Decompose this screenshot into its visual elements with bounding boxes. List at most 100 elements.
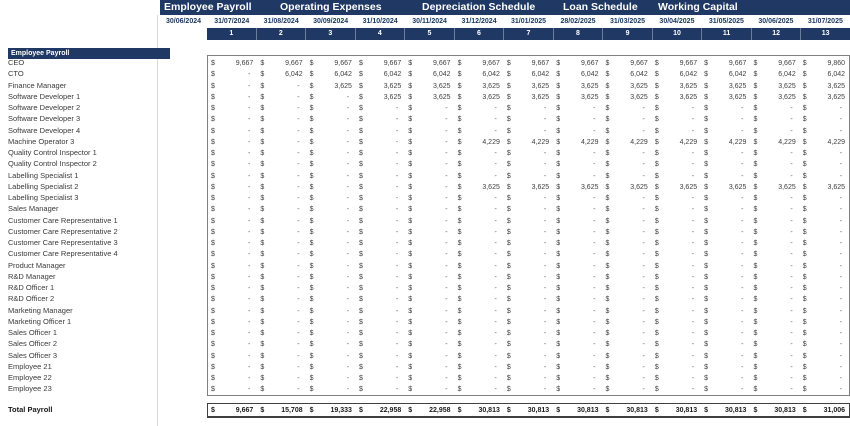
payroll-cell[interactable]: $ - [800,204,849,215]
payroll-cell[interactable]: $ - [701,283,750,294]
period-number-cell[interactable]: 10 [653,28,703,40]
payroll-cell[interactable]: $4,229 [701,137,750,148]
payroll-cell[interactable]: $3,625 [750,92,799,103]
period-number-cell[interactable]: 4 [356,28,406,40]
row-label-customer-care-representative-3[interactable]: Customer Care Representative 3 [8,237,158,248]
payroll-cell[interactable]: $ - [356,204,405,215]
payroll-cell[interactable]: $ - [307,362,356,373]
payroll-cell[interactable]: $ - [307,306,356,317]
period-number-cell[interactable]: 13 [801,28,850,40]
payroll-cell[interactable]: $ - [208,114,257,125]
payroll-cell[interactable]: $ - [603,114,652,125]
payroll-cell[interactable]: $ - [208,92,257,103]
payroll-cell[interactable]: $ - [652,261,701,272]
payroll-cell[interactable]: $ - [652,204,701,215]
payroll-cell[interactable]: $9,667 [257,58,306,69]
payroll-cell[interactable]: $ - [750,103,799,114]
payroll-cell[interactable]: $ - [504,328,553,339]
payroll-cell[interactable]: $ - [652,328,701,339]
tab-employee-payroll[interactable]: Employee Payroll [164,0,252,15]
payroll-cell[interactable]: $ - [455,317,504,328]
payroll-cell[interactable]: $ - [405,182,454,193]
payroll-cell[interactable]: $ - [405,339,454,350]
payroll-cell[interactable]: $ - [257,182,306,193]
payroll-cell[interactable]: $ - [800,159,849,170]
payroll-cell[interactable]: $3,625 [455,182,504,193]
payroll-cell[interactable]: $9,667 [603,58,652,69]
payroll-cell[interactable]: $ - [405,193,454,204]
payroll-cell[interactable]: $ - [405,373,454,384]
payroll-cell[interactable]: $ - [455,272,504,283]
payroll-cell[interactable]: $6,042 [701,69,750,80]
payroll-cell[interactable]: $ - [603,193,652,204]
payroll-cell[interactable]: $ - [504,306,553,317]
payroll-cell[interactable]: $ - [701,249,750,260]
row-label-software-developer-3[interactable]: Software Developer 3 [8,113,158,124]
payroll-cell[interactable]: $ - [257,317,306,328]
payroll-cell[interactable]: $ - [208,328,257,339]
payroll-cell[interactable]: $ - [750,114,799,125]
payroll-cell[interactable]: $ - [405,272,454,283]
payroll-cell[interactable]: $4,229 [455,137,504,148]
payroll-cell[interactable]: $ - [405,159,454,170]
payroll-cell[interactable]: $ - [652,306,701,317]
payroll-cell[interactable]: $ - [208,283,257,294]
payroll-cell[interactable]: $ - [455,294,504,305]
row-label-sales-officer-1[interactable]: Sales Officer 1 [8,327,158,338]
payroll-cell[interactable]: $4,229 [800,137,849,148]
payroll-cell[interactable]: $ - [603,351,652,362]
payroll-cell[interactable]: $ - [800,339,849,350]
payroll-cell[interactable]: $ - [208,193,257,204]
payroll-cell[interactable]: $9,667 [553,58,602,69]
payroll-cell[interactable]: $3,625 [553,92,602,103]
payroll-cell[interactable]: $ - [553,362,602,373]
payroll-cell[interactable]: $ - [800,249,849,260]
payroll-cell[interactable]: $ - [603,227,652,238]
date-cell[interactable]: 31/07/2024 [207,15,256,28]
payroll-cell[interactable]: $ - [307,159,356,170]
payroll-cell[interactable]: $ - [603,283,652,294]
date-cell[interactable]: 30/06/2025 [751,15,800,28]
payroll-cell[interactable]: $6,042 [553,69,602,80]
payroll-cell[interactable]: $ - [750,328,799,339]
payroll-cell[interactable]: $ - [504,373,553,384]
payroll-cell[interactable]: $ - [356,306,405,317]
payroll-cell[interactable]: $3,625 [455,92,504,103]
payroll-cell[interactable]: $ - [208,351,257,362]
payroll-cell[interactable]: $ - [750,339,799,350]
payroll-cell[interactable]: $ - [208,126,257,137]
payroll-cell[interactable]: $ - [504,362,553,373]
payroll-cell[interactable]: $ - [652,114,701,125]
payroll-cell[interactable]: $ - [603,272,652,283]
payroll-cell[interactable]: $ - [504,159,553,170]
date-cell[interactable]: 30/09/2024 [306,15,355,28]
payroll-cell[interactable]: $ - [504,272,553,283]
payroll-cell[interactable]: $ - [652,193,701,204]
payroll-cell[interactable]: $ - [553,193,602,204]
date-cell[interactable]: 31/07/2025 [801,15,850,28]
payroll-cell[interactable]: $ - [652,351,701,362]
payroll-cell[interactable]: $ - [800,114,849,125]
payroll-cell[interactable]: $3,625 [800,92,849,103]
payroll-cell[interactable]: $ - [652,171,701,182]
tab-working-capital[interactable]: Working Capital [658,0,738,15]
date-cell[interactable]: 31/01/2025 [504,15,553,28]
payroll-cell[interactable]: $ - [800,216,849,227]
payroll-cell[interactable]: $ - [652,126,701,137]
payroll-cell[interactable]: $3,625 [652,92,701,103]
payroll-cell[interactable]: $ - [455,103,504,114]
payroll-cell[interactable]: $ - [800,362,849,373]
payroll-cell[interactable]: $ - [800,148,849,159]
payroll-cell[interactable]: $ - [504,351,553,362]
payroll-cell[interactable]: $ - [356,126,405,137]
period-number-cell[interactable]: 9 [603,28,653,40]
payroll-cell[interactable]: $ - [307,351,356,362]
payroll-cell[interactable]: $ - [553,283,602,294]
row-label-r-d-manager[interactable]: R&D Manager [8,271,158,282]
payroll-cell[interactable]: $ - [800,384,849,395]
payroll-cell[interactable]: $ - [701,373,750,384]
payroll-cell[interactable]: $ - [701,148,750,159]
payroll-cell[interactable]: $ - [701,294,750,305]
payroll-cell[interactable]: $ - [750,148,799,159]
payroll-cell[interactable]: $ - [701,216,750,227]
